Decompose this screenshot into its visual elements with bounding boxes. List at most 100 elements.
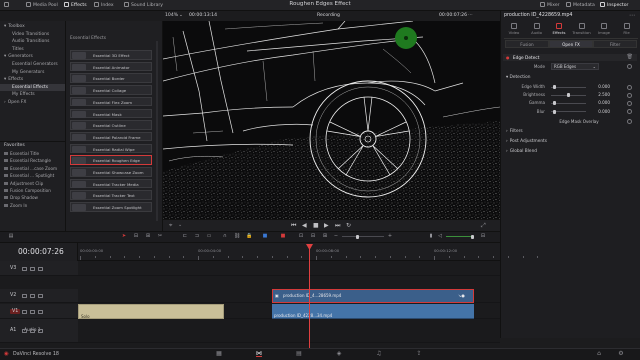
deliver-page-icon[interactable]: ⇪ bbox=[416, 351, 422, 357]
fullscreen-icon[interactable]: ⤢ bbox=[481, 222, 486, 230]
inspector-tab[interactable]: Transition bbox=[571, 23, 593, 35]
tree-item[interactable]: My Effects bbox=[0, 91, 65, 99]
index-button[interactable]: Index bbox=[94, 2, 114, 9]
edge-mask-overlay-checkbox[interactable]: Edge Mask Overlay bbox=[550, 119, 608, 125]
inspector-options-icon[interactable]: ⋯ bbox=[629, 12, 635, 19]
play-icon[interactable]: ▶ bbox=[324, 222, 329, 229]
track-monitor-icon[interactable] bbox=[38, 266, 43, 271]
effects-list-scrollbar[interactable] bbox=[156, 41, 158, 221]
trim-tool-icon[interactable]: ⊟ bbox=[133, 233, 139, 239]
effects-button[interactable]: Effects bbox=[64, 2, 87, 9]
inspector-section-header[interactable]: › Global Blend bbox=[503, 148, 637, 155]
tree-item[interactable]: My Generators bbox=[0, 69, 65, 77]
inspector-section-header[interactable]: › Filters bbox=[503, 128, 637, 135]
stop-icon[interactable]: ■ bbox=[313, 222, 319, 229]
inspector-tab[interactable]: Audio bbox=[526, 23, 548, 35]
tree-item[interactable]: Titles bbox=[0, 46, 65, 54]
settings-icon[interactable]: ⚙ bbox=[618, 351, 624, 357]
track-lane[interactable] bbox=[78, 319, 500, 343]
track-header[interactable]: A1 Audio 1 bbox=[0, 319, 500, 343]
fairlight-page-icon[interactable]: ♫ bbox=[376, 351, 382, 357]
dynamic-trim-icon[interactable]: ⊞ bbox=[145, 233, 151, 239]
mode-select[interactable]: RGB Edges ⌄ bbox=[551, 63, 599, 70]
effect-item[interactable]: Essential Tracker Media bbox=[70, 178, 152, 189]
effect-item[interactable]: Essential Polaroid Frame bbox=[70, 131, 152, 142]
selection-tool-icon[interactable]: ➤ bbox=[121, 233, 127, 239]
viewer-mode[interactable]: Recording bbox=[317, 13, 340, 18]
favorite-item[interactable]: Zoom In bbox=[0, 202, 66, 209]
param-slider-handle[interactable] bbox=[567, 93, 570, 98]
timeline-ruler[interactable]: 00:00:00:00 00:00:04:00 00:00:08:00 00:00:1… bbox=[78, 243, 538, 261]
track-enable-icon[interactable] bbox=[30, 266, 35, 271]
favorite-item[interactable]: Essential ...case Zoom bbox=[0, 165, 66, 172]
param-slider[interactable] bbox=[551, 93, 586, 98]
inspector-section-header[interactable]: › Post Adjustments bbox=[503, 138, 637, 145]
track-monitor-icon[interactable] bbox=[38, 329, 43, 333]
toolbar-toggle-left[interactable] bbox=[4, 2, 11, 9]
tree-item[interactable]: Audio Transitions bbox=[0, 38, 65, 46]
param-reset-icon[interactable] bbox=[627, 100, 632, 106]
mixer-button[interactable]: Mixer bbox=[540, 2, 560, 9]
zoom-full-icon[interactable]: ⊡ bbox=[298, 233, 304, 239]
cut-page-icon[interactable]: ⋈ bbox=[256, 351, 262, 357]
track-enable-icon[interactable] bbox=[30, 309, 35, 314]
effect-item[interactable]: Essential Tracker Text bbox=[70, 190, 152, 200]
track-lock-icon[interactable] bbox=[22, 329, 27, 333]
media-pool-button[interactable]: Media Pool bbox=[26, 2, 58, 9]
effect-item[interactable]: Essential 3D Effect bbox=[70, 50, 152, 60]
timeline-layout-icon[interactable]: ▤ bbox=[8, 233, 14, 239]
tree-item[interactable]: Video Transitions bbox=[0, 31, 65, 39]
replace-clip-icon[interactable]: ▭ bbox=[206, 233, 212, 239]
inspector-subtab[interactable]: Open FX bbox=[549, 40, 593, 48]
timeline-clip-solid[interactable]: Solo bbox=[78, 304, 224, 319]
tree-item[interactable]: ▾ Effects bbox=[0, 76, 65, 84]
track-enable-icon[interactable] bbox=[30, 329, 35, 333]
effect-item[interactable]: Essential Mask bbox=[70, 108, 152, 118]
param-value[interactable]: 2.500 bbox=[590, 92, 610, 97]
zoom-custom-icon[interactable]: ⊞ bbox=[322, 233, 328, 239]
tree-item[interactable]: ▾ Generators bbox=[0, 53, 65, 61]
track-monitor-icon[interactable] bbox=[38, 309, 43, 314]
playhead[interactable] bbox=[309, 245, 310, 348]
loop-icon[interactable]: ↻ bbox=[346, 222, 351, 229]
param-value[interactable]: 0.000 bbox=[590, 109, 610, 114]
track-monitor-icon[interactable] bbox=[38, 294, 43, 298]
effect-item[interactable]: Essential Outline bbox=[70, 120, 152, 130]
viewer-zoom[interactable]: 104% bbox=[165, 13, 178, 18]
tree-item[interactable]: Essential Generators bbox=[0, 61, 65, 69]
zoom-in-icon[interactable]: + bbox=[387, 233, 393, 239]
insert-clip-icon[interactable]: ⊏ bbox=[182, 233, 188, 239]
inspector-tab[interactable]: Image bbox=[593, 23, 615, 35]
volume-slider[interactable] bbox=[446, 234, 474, 239]
viewer-options-icon[interactable]: ⋯ bbox=[468, 12, 473, 18]
home-icon[interactable]: ⌂ bbox=[596, 351, 602, 357]
audio-settings-icon[interactable]: ⊟ bbox=[480, 233, 486, 239]
timeline-clip-v1[interactable]: production ID_4228...34.mp4 bbox=[272, 304, 474, 319]
fusion-page-icon[interactable]: ◈ bbox=[336, 351, 342, 357]
viewer-chevron-icon[interactable]: ⌄ bbox=[179, 13, 183, 18]
play-reverse-icon[interactable]: ◀ bbox=[302, 222, 307, 229]
flag-icon[interactable]: ■ bbox=[262, 233, 268, 239]
favorite-item[interactable]: Essential ... Spotlight bbox=[0, 172, 66, 179]
overwrite-clip-icon[interactable]: ⊐ bbox=[194, 233, 200, 239]
position-lock-icon[interactable]: 🔒 bbox=[246, 233, 252, 239]
metadata-button[interactable]: Metadata bbox=[566, 2, 595, 9]
param-slider-handle[interactable] bbox=[552, 109, 556, 114]
effect-item[interactable]: Essential Collage bbox=[70, 85, 152, 95]
edit-page-icon[interactable]: ▤ bbox=[296, 351, 302, 357]
volume-icon[interactable]: ◁ bbox=[437, 233, 443, 239]
param-reset-icon[interactable] bbox=[627, 92, 632, 98]
zoom-detail-icon[interactable]: ⊟ bbox=[310, 233, 316, 239]
param-slider-handle[interactable] bbox=[552, 85, 556, 89]
sound-library-button[interactable]: Sound Library bbox=[124, 2, 163, 9]
effect-item[interactable]: Essential Showcase Zoom bbox=[70, 167, 152, 177]
track-header[interactable]: V1 bbox=[0, 304, 500, 319]
inspector-button[interactable]: Inspector bbox=[600, 2, 628, 9]
track-lock-icon[interactable] bbox=[22, 266, 27, 271]
inspector-tab[interactable]: Effects bbox=[548, 23, 570, 35]
effect-item[interactable]: Essential Animator bbox=[70, 61, 152, 72]
inspector-subtab[interactable]: Fusion bbox=[505, 40, 549, 48]
track-header[interactable]: V3 bbox=[0, 261, 500, 276]
marker-icon[interactable]: ■ bbox=[280, 233, 286, 239]
effect-item[interactable]: Essential Border bbox=[70, 73, 152, 83]
